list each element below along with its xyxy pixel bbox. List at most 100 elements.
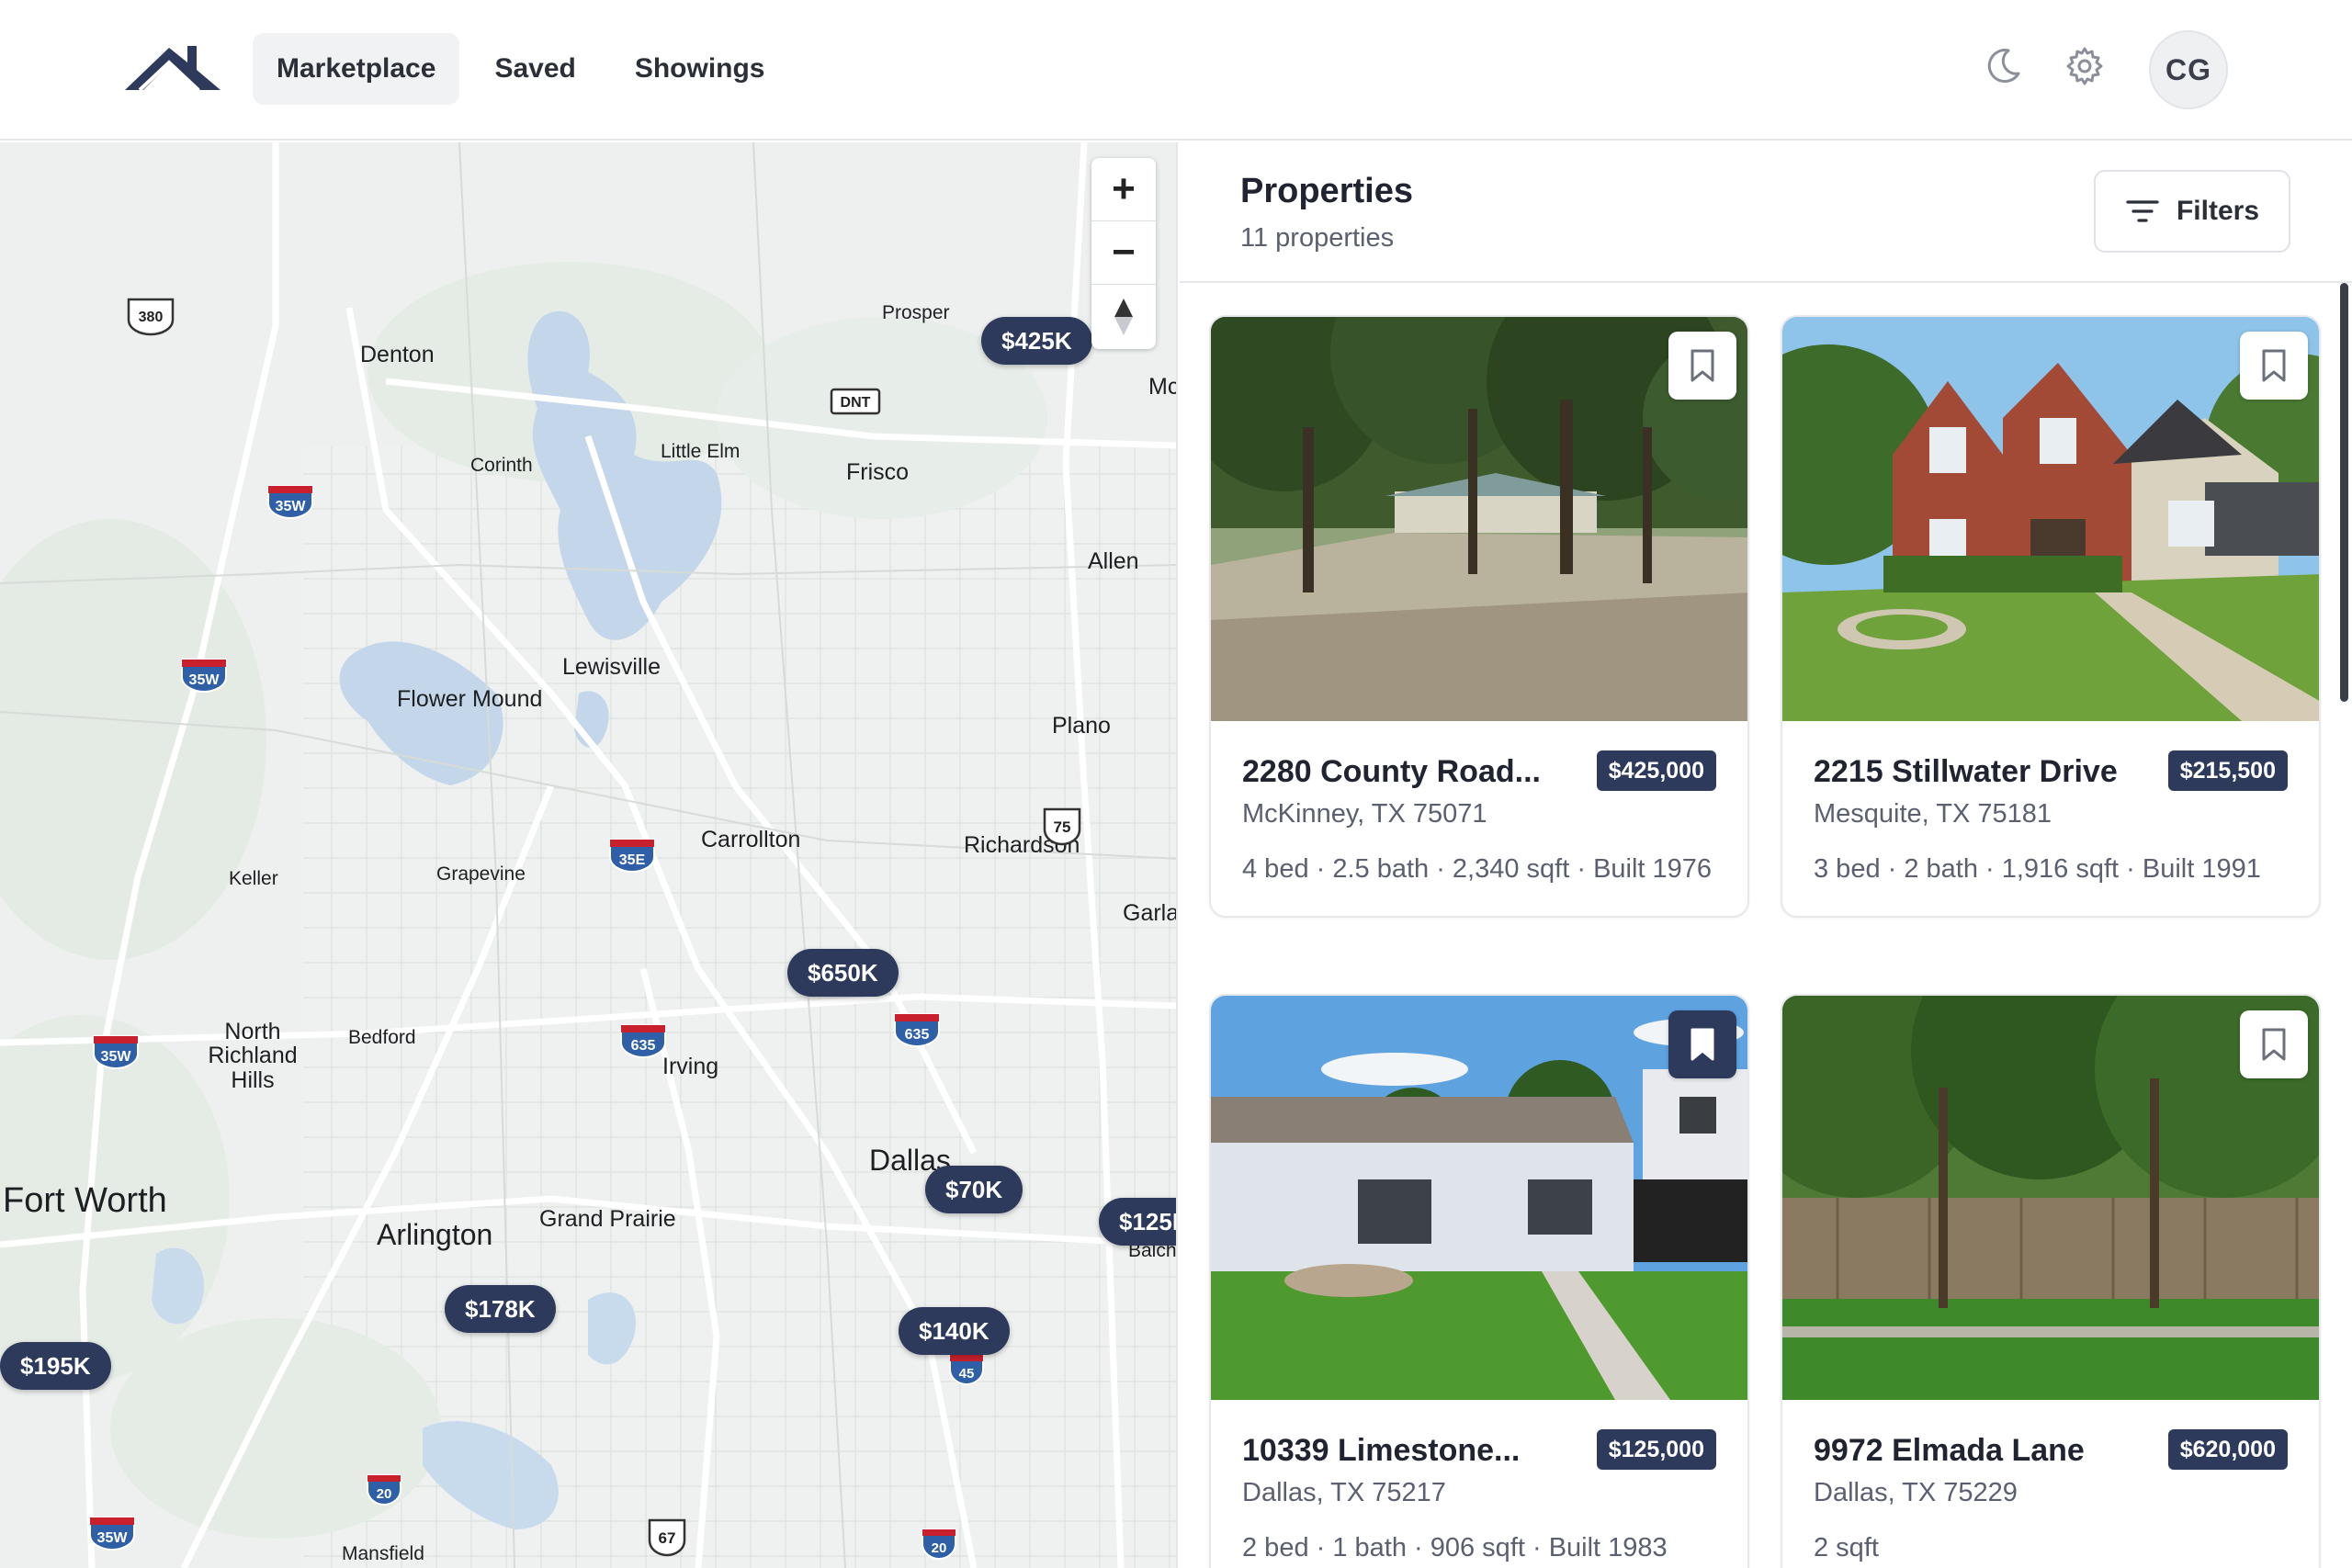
- listing-price-badge: $620,000: [2167, 1429, 2288, 1470]
- map-label-frisco: Frisco: [846, 459, 910, 485]
- zoom-in-button[interactable]: +: [1091, 158, 1156, 221]
- i20-shield: 20: [367, 1474, 401, 1506]
- listing-price-badge: $125,000: [1596, 1429, 1716, 1470]
- listing-info: 2280 County Road... $425,000 McKinney, T…: [1211, 721, 1747, 916]
- listing-details: 2 bed · 1 bath · 906 sqft · Built 1983: [1242, 1533, 1668, 1562]
- properties-title: Properties: [1240, 172, 1413, 210]
- listing-details: 2 sqft: [1814, 1533, 1879, 1562]
- map-label-corinth: Corinth: [470, 455, 533, 476]
- svg-text:35W: 35W: [276, 499, 307, 514]
- dnt-shield: DNT: [830, 388, 881, 415]
- bookmark-button[interactable]: [2240, 332, 2308, 400]
- listing-info: 10339 Limestone... $125,000 Dallas, TX 7…: [1211, 1400, 1747, 1568]
- listing-info: 2215 Stillwater Drive $215,500 Mesquite,…: [1782, 721, 2319, 916]
- compass-icon: [1114, 298, 1133, 335]
- i45-shield: 45: [949, 1354, 984, 1386]
- listing-details: 4 bed · 2.5 bath · 2,340 sqft · Built 19…: [1242, 854, 1713, 884]
- listing-city: McKinney, TX 75071: [1242, 799, 1487, 829]
- moon-icon[interactable]: [1980, 43, 2026, 89]
- map-label-garla: Garla: [1123, 900, 1178, 926]
- bookmark-icon: [2262, 349, 2286, 382]
- top-header: Marketplace Saved Showings CG: [0, 0, 2352, 141]
- map-label-irving: Irving: [662, 1054, 719, 1079]
- map-label-bedford: Bedford: [348, 1027, 416, 1048]
- svg-text:635: 635: [905, 1027, 930, 1043]
- map-price-pin[interactable]: $70K: [925, 1166, 1023, 1213]
- listing-city: Dallas, TX 75217: [1242, 1478, 1446, 1507]
- map-label-little-elm: Little Elm: [661, 441, 741, 462]
- bookmark-icon: [1690, 349, 1714, 382]
- svg-text:35E: 35E: [619, 852, 646, 868]
- svg-text:45: 45: [959, 1366, 975, 1382]
- map-price-pin[interactable]: $178K: [445, 1285, 556, 1333]
- compass-reset-button[interactable]: [1091, 285, 1156, 348]
- listing-photo[interactable]: [1211, 317, 1747, 721]
- nav-marketplace[interactable]: Marketplace: [253, 33, 460, 105]
- list-scrollbar[interactable]: [2340, 283, 2348, 702]
- svg-text:35W: 35W: [101, 1049, 132, 1065]
- zoom-out-button[interactable]: −: [1091, 221, 1156, 285]
- listing-address: 10339 Limestone...: [1242, 1433, 1521, 1468]
- i35e-shield: 35E: [609, 839, 655, 874]
- svg-text:380: 380: [139, 310, 164, 325]
- svg-text:75: 75: [1054, 818, 1071, 836]
- i35w-shield-3: 35W: [93, 1035, 139, 1070]
- map-label-mc: Mc: [1148, 374, 1178, 400]
- gear-icon[interactable]: [2062, 43, 2108, 89]
- listing-price-badge: $425,000: [1596, 750, 1716, 791]
- map-label-carrollton: Carrollton: [701, 827, 801, 852]
- map-label-north-richland-hills: North Richland Hills: [208, 1019, 298, 1093]
- svg-text:20: 20: [932, 1540, 947, 1556]
- bookmark-button[interactable]: [2240, 1010, 2308, 1078]
- i635-shield: 635: [620, 1024, 666, 1059]
- filters-button[interactable]: Filters: [2094, 170, 2290, 253]
- listing-photo[interactable]: [1211, 996, 1747, 1400]
- bookmark-icon: [2262, 1028, 2286, 1061]
- bookmark-filled-icon: [1690, 1028, 1714, 1061]
- user-avatar[interactable]: CG: [2149, 30, 2228, 109]
- svg-text:DNT: DNT: [841, 395, 871, 411]
- listing-card[interactable]: 2280 County Road... $425,000 McKinney, T…: [1209, 315, 1749, 919]
- listing-card[interactable]: 9972 Elmada Lane $620,000 Dallas, TX 752…: [1781, 994, 2321, 1568]
- us-380-shield: 380: [127, 298, 175, 336]
- listing-photo[interactable]: [1782, 996, 2319, 1400]
- map-price-pin[interactable]: $140K: [899, 1307, 1010, 1355]
- listing-address: 2215 Stillwater Drive: [1814, 754, 2118, 789]
- map-label-grapevine: Grapevine: [436, 863, 526, 885]
- bookmark-button[interactable]: [1668, 1010, 1736, 1078]
- map-label-allen: Allen: [1088, 548, 1139, 574]
- map-label-arlington: Arlington: [377, 1218, 493, 1251]
- svg-text:20: 20: [377, 1486, 392, 1502]
- listing-price-badge: $215,500: [2167, 750, 2288, 791]
- map-zoom-controls: + −: [1091, 158, 1156, 349]
- map-label-fort-worth: Fort Worth: [3, 1181, 167, 1220]
- map-view[interactable]: Denton Prosper Mc Corinth Little Elm Fri…: [0, 142, 1178, 1568]
- listing-photo[interactable]: [1782, 317, 2319, 721]
- listing-info: 9972 Elmada Lane $620,000 Dallas, TX 752…: [1782, 1400, 2319, 1568]
- properties-panel: Properties 11 properties Filters 2280 Co…: [1180, 142, 2352, 1568]
- i35w-shield-4: 35W: [89, 1517, 135, 1551]
- bookmark-button[interactable]: [1668, 332, 1736, 400]
- map-price-pin[interactable]: $195K: [0, 1342, 111, 1390]
- listing-card[interactable]: 10339 Limestone... $125,000 Dallas, TX 7…: [1209, 994, 1749, 1568]
- map-price-pin[interactable]: $650K: [787, 949, 899, 997]
- main-nav: Marketplace Saved Showings: [253, 33, 789, 105]
- map-label-denton: Denton: [360, 342, 435, 367]
- i635-shield-2: 635: [894, 1013, 940, 1048]
- properties-header: Properties 11 properties Filters: [1180, 142, 2352, 283]
- svg-text:35W: 35W: [97, 1530, 129, 1546]
- nav-saved[interactable]: Saved: [470, 33, 599, 105]
- nav-showings[interactable]: Showings: [611, 33, 789, 105]
- i35w-shield-2: 35W: [181, 659, 227, 694]
- mountain-roof-logo[interactable]: [123, 39, 222, 92]
- map-label-keller: Keller: [229, 868, 278, 889]
- map-price-pin[interactable]: $425K: [981, 317, 1092, 365]
- map-label-flower-mound: Flower Mound: [397, 686, 543, 712]
- svg-text:67: 67: [659, 1529, 676, 1547]
- map-label-lewisville: Lewisville: [562, 654, 661, 680]
- map-label-plano: Plano: [1052, 713, 1111, 739]
- map-price-pin[interactable]: $125K: [1099, 1198, 1176, 1246]
- listing-city: Mesquite, TX 75181: [1814, 799, 2052, 829]
- listing-address: 9972 Elmada Lane: [1814, 1433, 2085, 1468]
- listing-card[interactable]: 2215 Stillwater Drive $215,500 Mesquite,…: [1781, 315, 2321, 919]
